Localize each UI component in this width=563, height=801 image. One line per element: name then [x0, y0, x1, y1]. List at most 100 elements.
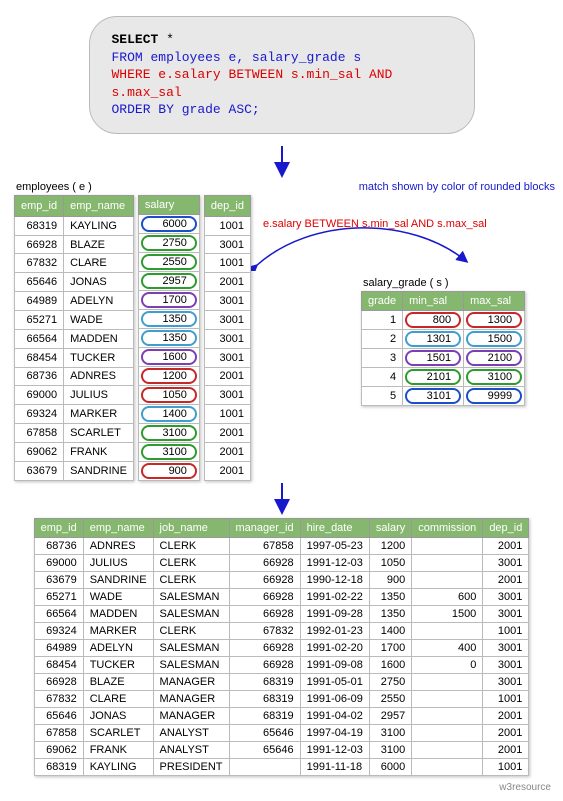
max-sal-pill: 3100	[466, 369, 522, 385]
table-row: 69062FRANKANALYST656461991-12-0331002001	[34, 741, 529, 758]
col-emp-name: emp_name	[64, 195, 134, 216]
max-sal-pill: 1500	[466, 331, 522, 347]
salary-pill: 900	[141, 463, 197, 479]
table-row: 6000	[138, 214, 199, 233]
table-row: 2001	[204, 367, 250, 386]
col-salary: salary	[138, 195, 199, 214]
salary-pill: 1600	[141, 349, 197, 365]
table-row: 69324MARKER	[15, 405, 134, 424]
table-row: 2957	[138, 271, 199, 290]
table-row: 1350	[138, 309, 199, 328]
grade-caption: salary_grade ( s )	[363, 277, 555, 289]
table-row: 315012100	[361, 349, 524, 368]
min-sal-pill: 1501	[405, 350, 461, 366]
arrow-down-1	[8, 144, 555, 181]
min-sal-pill: 2101	[405, 369, 461, 385]
salary-pill: 2957	[141, 273, 197, 289]
max-sal-pill: 2100	[466, 350, 522, 366]
table-row: 69000JULIUS	[15, 386, 134, 405]
table-row: 68319KAYLING	[15, 216, 134, 235]
table-row: 65271WADE	[15, 311, 134, 330]
table-row: 68454TUCKERSALESMAN669281991-09-08160003…	[34, 656, 529, 673]
sql-star: *	[166, 32, 174, 47]
table-row: 65271WADESALESMAN669281991-02-2213506003…	[34, 588, 529, 605]
rcol-dep-id: dep_id	[483, 518, 529, 537]
sql-order: ORDER BY grade ASC;	[112, 102, 260, 117]
table-row: 63679SANDRINE	[15, 461, 134, 480]
salary-grade-table: grade min_sal max_sal 180013002130115003…	[361, 291, 525, 406]
table-row: 66564MADDENSALESMAN669281991-09-28135015…	[34, 605, 529, 622]
table-row: 531019999	[361, 387, 524, 406]
rcol-job-name: job_name	[153, 518, 229, 537]
table-row: 18001300	[361, 311, 524, 330]
table-row: 68736ADNRESCLERK678581997-05-2312002001	[34, 537, 529, 554]
table-row: 2001	[204, 424, 250, 443]
table-row: 421013100	[361, 368, 524, 387]
table-row: 1700	[138, 290, 199, 309]
table-row: 66928BLAZEMANAGER683191991-05-0127503001	[34, 673, 529, 690]
table-row: 1001	[204, 405, 250, 424]
table-row: 3001	[204, 329, 250, 348]
salary-pill: 3100	[141, 425, 197, 441]
table-row: 900	[138, 461, 199, 480]
table-row: 69062FRANK	[15, 442, 134, 461]
salary-pill: 1700	[141, 292, 197, 308]
table-row: 69000JULIUSCLERK669281991-12-0310503001	[34, 554, 529, 571]
table-row: 67832CLAREMANAGER683191991-06-0925501001	[34, 690, 529, 707]
sql-where: WHERE e.salary BETWEEN s.min_sal AND s.m…	[112, 67, 393, 100]
sql-select: SELECT	[112, 32, 159, 47]
table-row: 3001	[204, 292, 250, 311]
col-grade: grade	[361, 292, 402, 311]
table-row: 65646JONASMANAGER683191991-04-0229572001	[34, 707, 529, 724]
min-sal-pill: 800	[405, 312, 461, 328]
result-table: emp_id emp_name job_name manager_id hire…	[34, 518, 530, 776]
arrow-down-icon	[252, 481, 312, 515]
arrow-down-2	[8, 481, 555, 518]
table-row: 67858SCARLETANALYST656461997-04-19310020…	[34, 724, 529, 741]
table-row: 67832CLARE	[15, 254, 134, 273]
table-row: 1050	[138, 385, 199, 404]
table-row: 1600	[138, 347, 199, 366]
salary-pill: 2550	[141, 254, 197, 270]
table-row: 1001	[204, 254, 250, 273]
max-sal-pill: 1300	[466, 312, 522, 328]
table-row: 2750	[138, 233, 199, 252]
rcol-hire-date: hire_date	[300, 518, 369, 537]
col-dep-id: dep_id	[204, 195, 250, 216]
table-row: 69324MARKERCLERK678321992-01-2314001001	[34, 622, 529, 639]
table-row: 2001	[204, 461, 250, 480]
rcol-manager-id: manager_id	[229, 518, 300, 537]
arrow-down-icon	[252, 144, 312, 178]
table-row: 65646JONAS	[15, 273, 134, 292]
table-row: 213011500	[361, 330, 524, 349]
table-row: 3100	[138, 423, 199, 442]
table-row: 68319KAYLINGPRESIDENT1991-11-1860001001	[34, 758, 529, 775]
table-row: 68454TUCKER	[15, 348, 134, 367]
salary-pill: 1400	[141, 406, 197, 422]
table-row: 63679SANDRINECLERK669281990-12-189002001	[34, 571, 529, 588]
col-min-sal: min_sal	[403, 292, 464, 311]
table-row: 2001	[204, 273, 250, 292]
table-row: 1400	[138, 404, 199, 423]
table-row: 68736ADNRES	[15, 367, 134, 386]
table-row: 3001	[204, 386, 250, 405]
table-row: 3001	[204, 235, 250, 254]
table-row: 3100	[138, 442, 199, 461]
note-match-color: match shown by color of rounded blocks	[261, 181, 555, 194]
min-sal-pill: 3101	[405, 388, 461, 404]
salary-pill: 2750	[141, 235, 197, 251]
salary-pill: 1350	[141, 330, 197, 346]
table-row: 1001	[204, 216, 250, 235]
col-emp-id: emp_id	[15, 195, 64, 216]
footer-credit: w3resource	[8, 782, 555, 793]
table-row: 66928BLAZE	[15, 235, 134, 254]
rcol-emp-name: emp_name	[83, 518, 153, 537]
rcol-emp-id: emp_id	[34, 518, 83, 537]
table-row: 64989ADELYNSALESMAN669281991-02-20170040…	[34, 639, 529, 656]
max-sal-pill: 9999	[466, 388, 522, 404]
table-row: 3001	[204, 348, 250, 367]
salary-pill: 1350	[141, 311, 197, 327]
table-row: 2001	[204, 442, 250, 461]
salary-pill: 1050	[141, 387, 197, 403]
sql-query-box: SELECT * FROM employees e, salary_grade …	[89, 16, 475, 134]
